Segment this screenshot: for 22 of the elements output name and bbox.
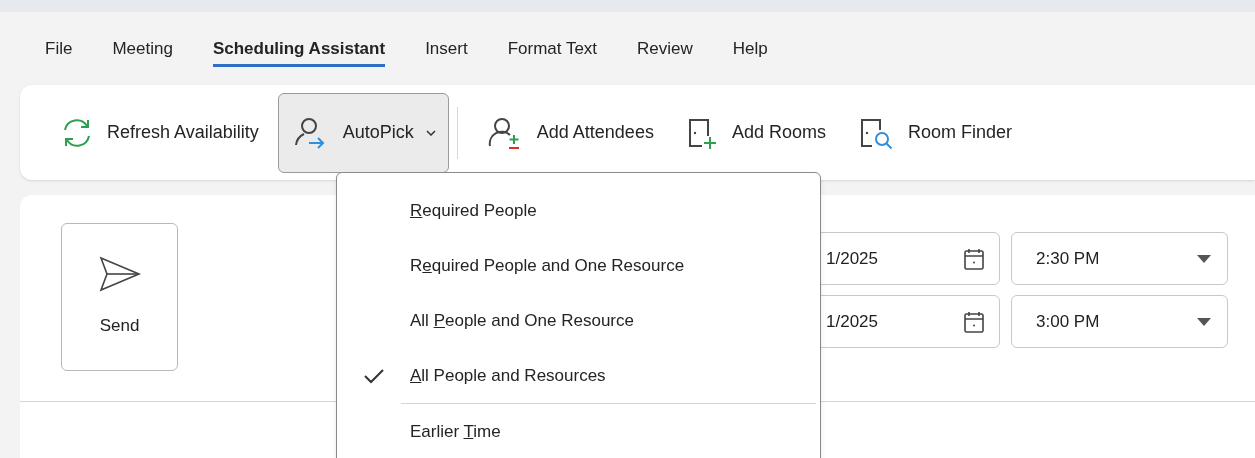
ribbon-tab[interactable]: Help xyxy=(732,30,768,67)
ribbon-button[interactable]: Refresh Availability xyxy=(46,92,272,173)
ribbon-tab[interactable]: File xyxy=(45,30,73,67)
time-dropdown[interactable]: 3:00 PM xyxy=(1011,295,1228,348)
calendar-icon xyxy=(963,309,985,334)
ribbon-button[interactable]: Room Finder xyxy=(844,92,1025,173)
send-button[interactable]: Send xyxy=(61,223,178,371)
ribbon-tab[interactable]: Review xyxy=(637,30,693,67)
calendar-icon xyxy=(963,246,985,271)
menu-item[interactable]: Earlier Time xyxy=(337,404,752,458)
dropdown-arrow-icon xyxy=(1197,254,1211,263)
time-dropdown[interactable]: 2:30 PM xyxy=(1011,232,1228,285)
ribbon-tab[interactable]: Format Text xyxy=(507,30,598,67)
ribbon-button[interactable]: AutoPick xyxy=(277,92,449,173)
menu-item[interactable]: All People and Resources xyxy=(337,348,820,403)
dropdown-arrow-icon xyxy=(1197,317,1211,326)
ribbon-tab[interactable]: Insert xyxy=(425,30,468,67)
ribbon-tab[interactable]: Meeting xyxy=(112,30,173,67)
ribbon-button[interactable]: Add Rooms xyxy=(672,92,839,173)
send-icon xyxy=(97,255,142,294)
ribbon-button[interactable]: Add Attendees xyxy=(473,92,667,173)
ribbon-tab[interactable]: Scheduling Assistant xyxy=(212,30,386,67)
